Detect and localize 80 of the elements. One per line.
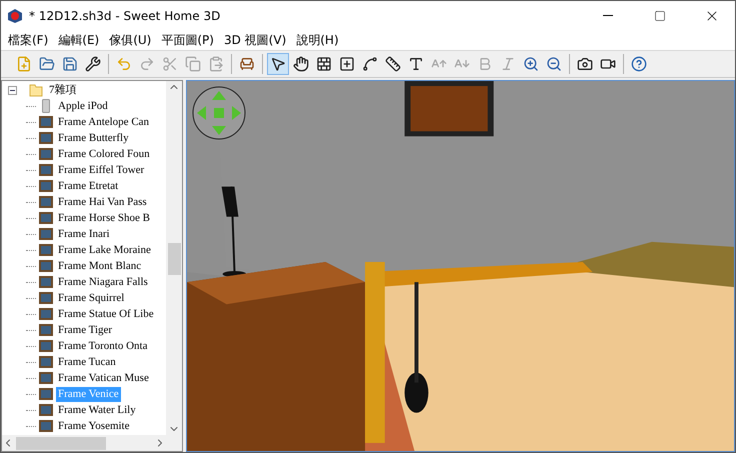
tree-item[interactable]: Frame Toronto Onta	[56, 338, 150, 354]
menu-item[interactable]: 傢俱(U)	[104, 32, 156, 48]
picture-thumbnail-icon	[39, 276, 53, 288]
zoom-in-icon	[523, 56, 539, 72]
tree-item[interactable]: Frame Butterfly	[56, 130, 131, 146]
picture-thumbnail-icon	[39, 244, 53, 256]
tree-item[interactable]: 7雜項	[47, 82, 78, 98]
picture-thumbnail-icon	[39, 388, 53, 400]
help-icon	[631, 56, 647, 72]
italic-icon	[500, 56, 516, 72]
picture-thumbnail-icon	[39, 148, 53, 160]
wall-icon	[316, 56, 332, 72]
tree-item[interactable]: Frame Statue Of Libe	[56, 306, 156, 322]
tree-item[interactable]: Frame Etretat	[56, 178, 120, 194]
picture-thumbnail-icon	[39, 372, 53, 384]
menu-item[interactable]: 編輯(E)	[53, 32, 104, 48]
picture-thumbnail-icon	[39, 180, 53, 192]
zoom-out-icon	[546, 56, 562, 72]
room-plus-icon	[339, 56, 355, 72]
picture-thumbnail-icon	[39, 228, 53, 240]
hand-icon	[293, 56, 309, 72]
folder-icon	[29, 83, 43, 97]
chair-icon	[239, 56, 255, 72]
picture-thumbnail-icon	[39, 164, 53, 176]
tree-item[interactable]: Frame Lake Moraine	[56, 242, 153, 258]
wrench-icon	[85, 56, 101, 72]
ruler-icon	[385, 56, 401, 72]
save-icon	[62, 56, 78, 72]
picture-thumbnail-icon	[39, 212, 53, 224]
picture-thumbnail-icon	[39, 340, 53, 352]
tree-item[interactable]: Frame Inari	[56, 226, 112, 242]
text-icon	[408, 56, 424, 72]
tree-item[interactable]: Frame Niagara Falls	[56, 274, 150, 290]
picture-thumbnail-icon	[39, 420, 53, 432]
undo-icon	[116, 56, 132, 72]
menu-item[interactable]: 檔案(F)	[3, 32, 54, 48]
tree-item[interactable]: Frame Yosemite	[56, 418, 132, 434]
camera-icon	[577, 56, 593, 72]
window-title: * 12D12.sh3d - Sweet Home 3D	[29, 8, 222, 22]
tree-item[interactable]: Frame Antelope Can	[56, 114, 152, 130]
tree-item[interactable]: Apple iPod	[56, 98, 110, 114]
tree-item[interactable]: Frame Tiger	[56, 322, 114, 338]
tree-item[interactable]: Frame Eiffel Tower	[56, 162, 146, 178]
picture-thumbnail-icon	[39, 196, 53, 208]
polyline-icon	[362, 56, 378, 72]
pointer-icon	[270, 56, 286, 72]
navigation-arrows-icon[interactable]	[192, 86, 246, 140]
menu-item[interactable]: 3D 視圖(V)	[218, 32, 292, 48]
redo-icon	[139, 56, 155, 72]
ipod-icon	[42, 99, 50, 113]
picture-thumbnail-icon	[39, 132, 53, 144]
picture-thumbnail-icon	[39, 404, 53, 416]
open-folder-icon	[39, 56, 55, 72]
menu-item[interactable]: 平面圖(P)	[156, 32, 219, 48]
paste-icon	[208, 56, 224, 72]
tree-item[interactable]: Frame Vatican Muse	[56, 370, 151, 386]
scrollbar-thumb[interactable]	[168, 243, 180, 275]
picture-thumbnail-icon	[39, 324, 53, 336]
tree-item[interactable]: Frame Mont Blanc	[56, 258, 144, 274]
picture-thumbnail-icon	[39, 292, 53, 304]
tree-item[interactable]: Frame Tucan	[56, 354, 118, 370]
menu-item[interactable]: 說明(H)	[291, 32, 344, 48]
cut-icon	[162, 56, 178, 72]
picture-thumbnail-icon	[39, 260, 53, 272]
tree-item[interactable]: Frame Squirrel	[56, 290, 126, 306]
tree-item[interactable]: Frame Hai Van Pass	[56, 194, 149, 210]
new-file-icon	[16, 56, 32, 72]
minimize-icon	[603, 15, 613, 16]
picture-thumbnail-icon	[39, 308, 53, 320]
app-logo-icon	[7, 8, 23, 24]
copy-icon	[185, 56, 201, 72]
tree-item[interactable]: Frame Colored Foun	[56, 146, 152, 162]
tree-item[interactable]: Frame Horse Shoe B	[56, 210, 152, 226]
collapse-toggle[interactable]	[8, 86, 17, 94]
scrollbar-thumb[interactable]	[16, 436, 106, 450]
picture-thumbnail-icon	[39, 356, 53, 368]
picture-thumbnail-icon	[39, 116, 53, 128]
pointer-button[interactable]	[267, 53, 289, 75]
maximize-icon	[654, 10, 666, 22]
tree-item[interactable]: Frame Water Lily	[56, 402, 138, 418]
